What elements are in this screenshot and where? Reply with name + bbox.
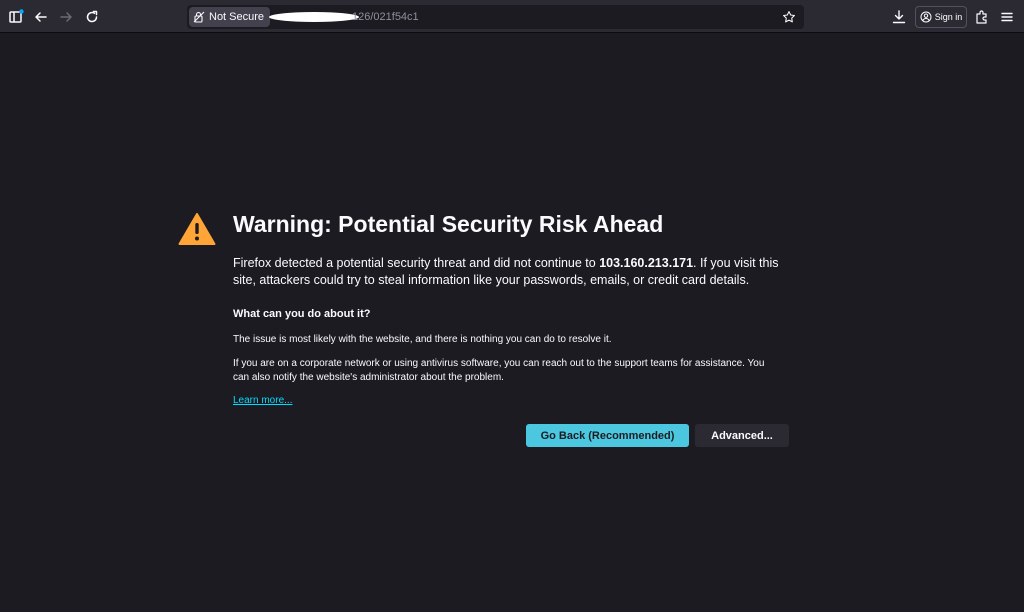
lock-warning-icon [193,11,205,23]
account-icon [920,11,932,23]
intro-text: Firefox detected a potential security th… [233,255,793,289]
download-icon [892,10,906,24]
paragraph-network: If you are on a corporate network or usi… [233,358,765,383]
advanced-button[interactable]: Advanced... [695,424,789,447]
back-button[interactable] [29,5,53,29]
url-text: 126/021f54c1 [352,11,419,23]
sign-in-button[interactable]: Sign in [915,6,967,28]
browser-toolbar: Not Secure 126/021f54c1 Sign in [0,0,1024,33]
sidebar-button[interactable] [4,5,28,29]
menu-icon [1001,12,1013,22]
sign-in-label: Sign in [934,12,963,22]
bookmark-button[interactable] [778,6,800,28]
url-redaction [269,12,359,22]
warning-icon [178,213,216,245]
intro-host: 103.160.213.171 [599,256,694,270]
downloads-button[interactable] [887,5,911,29]
subheading: What can you do about it? [233,308,371,320]
extensions-button[interactable] [970,5,994,29]
url-bar[interactable]: Not Secure 126/021f54c1 [187,5,804,29]
back-icon [35,12,47,22]
not-secure-label: Not Secure [209,11,265,23]
learn-more-link[interactable]: Learn more... [233,395,292,406]
extensions-icon [976,10,987,24]
reload-button[interactable] [80,5,104,29]
go-back-button[interactable]: Go Back (Recommended) [526,424,689,447]
sidebar-icon [9,9,24,23]
forward-button[interactable] [54,5,78,29]
forward-icon [60,12,72,22]
page-title: Warning: Potential Security Risk Ahead [233,211,664,237]
reload-icon [86,10,98,23]
bookmark-star-icon [783,11,795,23]
app-menu-button[interactable] [995,5,1019,29]
intro-before: Firefox detected a potential security th… [233,256,600,270]
not-secure-indicator[interactable]: Not Secure [189,7,271,27]
paragraph-issue: The issue is most likely with the websit… [233,334,612,345]
